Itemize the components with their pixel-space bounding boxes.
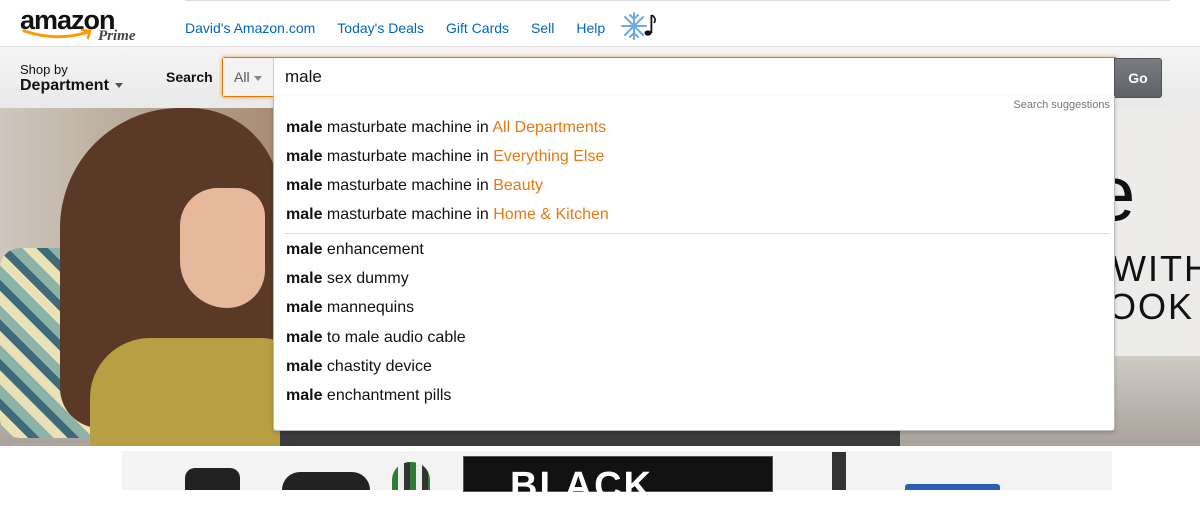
search-input[interactable] bbox=[275, 58, 1115, 96]
snowflake-music-icon[interactable] bbox=[620, 11, 658, 41]
department-label: Department bbox=[20, 78, 123, 94]
top-nav: amazon Prime David's Amazon.com Today's … bbox=[0, 0, 1200, 46]
search-box: All bbox=[222, 57, 1116, 97]
banner-text: BLACK bbox=[510, 465, 653, 507]
hero-text-with: WITH bbox=[1112, 248, 1200, 289]
amazon-prime-logo[interactable]: amazon Prime bbox=[20, 6, 145, 46]
hero-woman-face bbox=[180, 188, 265, 308]
search-label: Search bbox=[166, 69, 213, 85]
black-friday-banner[interactable]: BLACK bbox=[463, 456, 773, 505]
nav-link-help[interactable]: Help bbox=[576, 20, 605, 36]
product-image[interactable] bbox=[282, 472, 370, 490]
suggestion-item[interactable]: male sex dummy bbox=[286, 269, 409, 289]
suggestion-item[interactable]: male mannequins bbox=[286, 298, 414, 318]
top-rule bbox=[185, 0, 1170, 1]
logo-prime: Prime bbox=[98, 28, 136, 44]
suggestion-item[interactable]: male masturbate machine in Home & Kitche… bbox=[286, 205, 609, 225]
hero-text-ook: OOK bbox=[1108, 286, 1195, 327]
nav-link-sell[interactable]: Sell bbox=[531, 20, 554, 36]
suggestion-item[interactable]: male enhancement bbox=[286, 240, 424, 260]
suggestion-item[interactable]: male chastity device bbox=[286, 357, 432, 377]
product-image[interactable] bbox=[392, 462, 430, 490]
suggestion-item[interactable]: male enchantment pills bbox=[286, 386, 451, 406]
suggestion-item[interactable]: male to male audio cable bbox=[286, 328, 466, 348]
suggestion-item[interactable]: male masturbate machine in Everything El… bbox=[286, 147, 604, 167]
product-image[interactable] bbox=[905, 484, 1000, 490]
smile-arrow-icon bbox=[22, 28, 92, 40]
suggestions-divider bbox=[284, 233, 1110, 234]
chevron-down-icon bbox=[253, 75, 262, 81]
shop-by-department-menu[interactable]: Shop by Department bbox=[20, 62, 123, 94]
chevron-down-icon bbox=[114, 83, 123, 89]
nav-link-gift-cards[interactable]: Gift Cards bbox=[446, 20, 509, 36]
shop-by-label: Shop by bbox=[20, 62, 68, 77]
go-button[interactable]: Go bbox=[1114, 58, 1162, 98]
suggestion-item[interactable]: male masturbate machine in Beauty bbox=[286, 176, 543, 196]
product-image[interactable] bbox=[185, 468, 240, 490]
nav-link-todays-deals[interactable]: Today's Deals bbox=[337, 20, 424, 36]
product-image[interactable] bbox=[832, 452, 846, 490]
search-suggestions-dropdown: Search suggestions male masturbate machi… bbox=[273, 96, 1115, 431]
nav-link-your-amazon[interactable]: David's Amazon.com bbox=[185, 20, 315, 36]
search-scope-dropdown[interactable]: All bbox=[223, 58, 274, 96]
nav-links: David's Amazon.com Today's Deals Gift Ca… bbox=[185, 20, 627, 36]
suggestions-header: Search suggestions bbox=[1013, 99, 1110, 111]
suggestion-item[interactable]: male masturbate machine in All Departmen… bbox=[286, 118, 606, 138]
